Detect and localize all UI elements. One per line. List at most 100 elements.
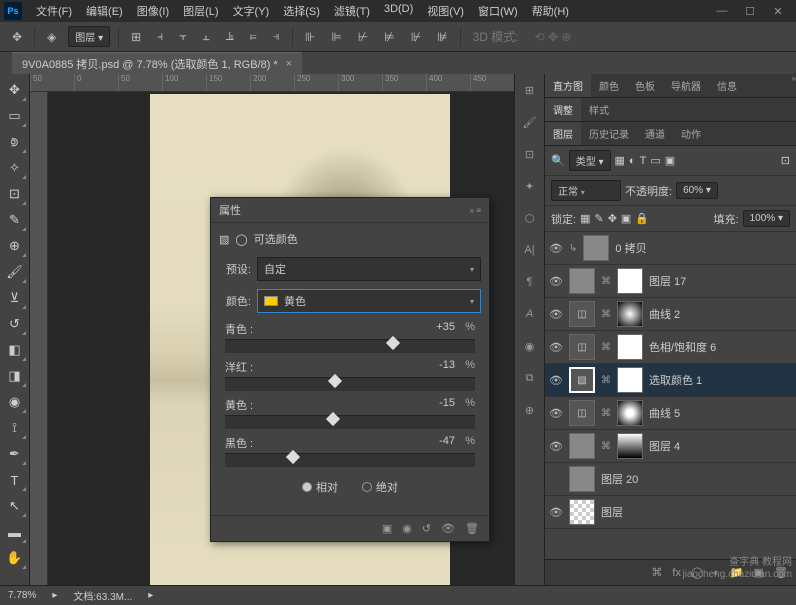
search-icon[interactable]: 🔍 xyxy=(551,154,565,167)
distribute-5-icon[interactable]: ⊮ xyxy=(407,28,425,46)
dock-histogram-icon[interactable]: ⊞ xyxy=(518,78,542,102)
chevron-right-icon[interactable]: ▸ xyxy=(52,590,57,601)
auto-select-icon[interactable]: ◈ xyxy=(43,28,60,46)
layer-name[interactable]: 图层 20 xyxy=(601,471,638,487)
align-left-icon[interactable]: ⫞ xyxy=(153,27,167,46)
menu-help[interactable]: 帮助(H) xyxy=(526,1,575,21)
visibility-icon[interactable]: 👁 xyxy=(549,374,563,387)
tab-history[interactable]: 历史记录 xyxy=(581,122,637,145)
layer-thumb[interactable] xyxy=(569,466,595,492)
menu-type[interactable]: 文字(Y) xyxy=(227,1,276,21)
previous-state-icon[interactable]: ◉ xyxy=(402,522,412,535)
lock-all-icon[interactable]: 🔒 xyxy=(635,212,649,225)
layer-row[interactable]: 图层 20 xyxy=(545,463,796,496)
layer-thumb[interactable] xyxy=(569,433,595,459)
move-tool-icon[interactable]: ✥ xyxy=(8,28,26,46)
delete-adjustment-icon[interactable]: 🗑 xyxy=(465,522,479,535)
slider-thumb[interactable] xyxy=(385,336,399,350)
filter-image-icon[interactable]: ▦ xyxy=(615,154,625,167)
layer-row[interactable]: 👁 ⌘ 图层 17 xyxy=(545,265,796,298)
tab-close-icon[interactable]: × xyxy=(286,58,292,70)
link-icon[interactable]: ⌘ xyxy=(601,276,611,287)
layer-row[interactable]: 👁 ◫ ⌘ 曲线 5 xyxy=(545,397,796,430)
align-middle-icon[interactable]: ⫢ xyxy=(246,27,261,46)
dock-styles-icon[interactable]: ◉ xyxy=(518,334,542,358)
distribute-2-icon[interactable]: ⊫ xyxy=(327,28,345,46)
mask-thumb[interactable] xyxy=(617,367,643,393)
visibility-icon[interactable]: 👁 xyxy=(549,341,563,354)
distribute-6-icon[interactable]: ⊯ xyxy=(433,28,451,46)
visibility-icon[interactable]: 👁 xyxy=(549,506,563,519)
mask-mode-icon[interactable]: ◯ xyxy=(235,233,247,246)
blend-mode-select[interactable]: 正常 ▾ xyxy=(551,180,621,201)
radio-absolute[interactable]: 绝对 xyxy=(362,479,398,495)
layer-name[interactable]: 曲线 2 xyxy=(649,306,680,322)
panel-collapse-icon[interactable]: » xyxy=(792,74,796,97)
layer-row[interactable]: 👁 ◫ ⌘ 色相/饱和度 6 xyxy=(545,331,796,364)
layer-name[interactable]: 图层 xyxy=(601,504,623,520)
color-select[interactable]: 黄色▾ xyxy=(257,289,481,313)
heal-tool-icon[interactable]: ⊕ xyxy=(3,234,27,258)
tab-styles[interactable]: 样式 xyxy=(581,98,617,121)
maximize-button[interactable]: ☐ xyxy=(736,1,764,21)
shape-tool-icon[interactable]: ▬ xyxy=(3,520,27,544)
opacity-input[interactable]: 60% ▾ xyxy=(676,182,718,199)
tab-info[interactable]: 信息 xyxy=(709,74,745,97)
visibility-icon[interactable]: 👁 xyxy=(549,275,563,288)
crop-tool-icon[interactable]: ⊡ xyxy=(3,182,27,206)
preset-select[interactable]: 自定▾ xyxy=(257,257,481,281)
dock-swatches-icon[interactable]: ⊡ xyxy=(518,142,542,166)
align-bottom-icon[interactable]: ⫣ xyxy=(269,27,284,46)
menu-select[interactable]: 选择(S) xyxy=(277,1,326,21)
tab-actions[interactable]: 动作 xyxy=(673,122,709,145)
align-top-icon[interactable]: ⫡ xyxy=(222,27,238,46)
zoom-value[interactable]: 7.78% xyxy=(8,590,36,601)
panel-collapse-icon[interactable]: » ≡ xyxy=(470,206,481,215)
adjust-thumb[interactable]: ◫ xyxy=(569,301,595,327)
layer-row[interactable]: 👁 ⌘ 图层 4 xyxy=(545,430,796,463)
hand-tool-icon[interactable]: ✋ xyxy=(3,546,27,570)
tab-channels[interactable]: 通道 xyxy=(637,122,673,145)
dock-3d-icon[interactable]: ⬡ xyxy=(518,206,542,230)
brush-tool-icon[interactable]: 🖌 xyxy=(3,260,27,284)
distribute-3-icon[interactable]: ⊬ xyxy=(354,28,372,46)
dock-brush-icon[interactable]: 🖌 xyxy=(518,110,542,134)
dock-brush2-icon[interactable]: ⧉ xyxy=(518,366,542,390)
visibility-icon[interactable]: 👁 xyxy=(549,308,563,321)
tab-swatches[interactable]: 色板 xyxy=(627,74,663,97)
dock-para-icon[interactable]: ¶ xyxy=(518,270,542,294)
align-right-icon[interactable]: ⫠ xyxy=(198,27,213,46)
slider-value[interactable]: -47 xyxy=(415,435,455,451)
menu-filter[interactable]: 滤镜(T) xyxy=(328,1,376,21)
fill-input[interactable]: 100% ▾ xyxy=(743,210,790,227)
menu-layer[interactable]: 图层(L) xyxy=(177,1,224,21)
filter-shape-icon[interactable]: ▭ xyxy=(650,154,660,167)
layer-name[interactable]: 曲线 5 xyxy=(649,405,680,421)
link-icon[interactable]: ⌘ xyxy=(601,441,611,452)
radio-relative[interactable]: 相对 xyxy=(302,479,338,495)
lock-artboard-icon[interactable]: ▣ xyxy=(621,212,631,225)
align-center-h-icon[interactable]: ⫟ xyxy=(175,27,190,46)
doc-size[interactable]: 文档:63.3M... xyxy=(73,588,132,603)
adjust-thumb[interactable]: ◫ xyxy=(569,400,595,426)
clip-to-layer-icon[interactable]: ▣ xyxy=(382,522,392,535)
lock-position-icon[interactable]: ✥ xyxy=(608,212,617,225)
layer-row[interactable]: 👁 ▧ ⌘ 选取颜色 1 xyxy=(545,364,796,397)
blur-tool-icon[interactable]: ◉ xyxy=(3,390,27,414)
eyedropper-tool-icon[interactable]: ✎ xyxy=(3,208,27,232)
dodge-tool-icon[interactable]: ⟟ xyxy=(3,416,27,440)
tab-layers[interactable]: 图层 xyxy=(545,122,581,145)
wand-tool-icon[interactable]: ✧ xyxy=(3,156,27,180)
mask-thumb[interactable] xyxy=(617,334,643,360)
adjust-thumb[interactable]: ◫ xyxy=(569,334,595,360)
dock-glyph-icon[interactable]: A xyxy=(518,302,542,326)
slider-thumb[interactable] xyxy=(325,412,339,426)
slider-track[interactable] xyxy=(225,415,475,429)
minimize-button[interactable]: — xyxy=(708,1,736,21)
menu-view[interactable]: 视图(V) xyxy=(421,1,470,21)
stamp-tool-icon[interactable]: ⊻ xyxy=(3,286,27,310)
layer-name[interactable]: 图层 17 xyxy=(649,273,686,289)
adjust-thumb[interactable]: ▧ xyxy=(569,367,595,393)
marquee-tool-icon[interactable]: ▭ xyxy=(3,104,27,128)
link-icon[interactable]: ⌘ xyxy=(601,309,611,320)
